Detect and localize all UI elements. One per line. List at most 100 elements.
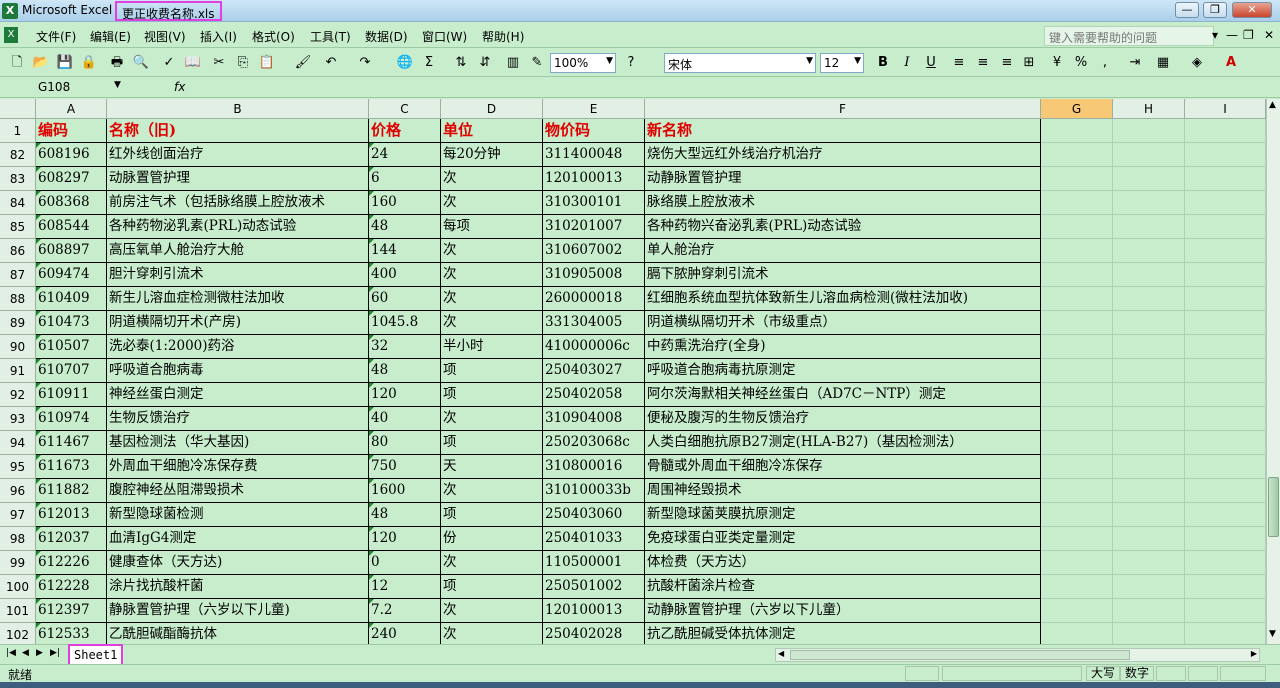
empty-cell[interactable] [1041,287,1113,311]
menu-tools[interactable]: 工具(T) [310,28,351,45]
menu-data[interactable]: 数据(D) [365,28,408,45]
row-header[interactable]: 97 [0,503,36,527]
restore-button[interactable]: ❐ [1203,2,1227,18]
align-center-icon[interactable]: ≡ [974,53,992,73]
empty-cell[interactable] [1185,383,1266,407]
empty-cell[interactable] [1185,335,1266,359]
empty-cell[interactable] [1113,119,1185,143]
cell-old-name[interactable]: 神经丝蛋白测定 [107,383,369,407]
cell-new-name[interactable]: 动静脉置管护理（六岁以下儿童） [645,599,1041,623]
cell-old-name[interactable]: 洗必泰(1:2000)药浴 [107,335,369,359]
cell-price[interactable]: 160 [369,191,441,215]
cell-old-name[interactable]: 静脉置管护理（六岁以下儿童) [107,599,369,623]
cell-price[interactable]: 120 [369,383,441,407]
empty-cell[interactable] [1041,407,1113,431]
help-search-input[interactable]: 键入需要帮助的问题 [1044,26,1214,46]
empty-cell[interactable] [1113,287,1185,311]
cell-unit[interactable]: 份 [441,527,543,551]
empty-cell[interactable] [1185,191,1266,215]
zoom-select[interactable]: 100% ▼ [550,53,616,73]
empty-cell[interactable] [1185,167,1266,191]
empty-cell[interactable] [1041,239,1113,263]
cell-code[interactable]: 611467 [36,431,107,455]
font-select[interactable]: 宋体 ▼ [664,53,816,73]
cell-unit[interactable]: 次 [441,287,543,311]
cell-price-code[interactable]: 250402058 [543,383,645,407]
cell-code[interactable]: 610911 [36,383,107,407]
research-icon[interactable]: 📖 [184,53,202,73]
cell-price-code[interactable]: 311400048 [543,143,645,167]
save-icon[interactable]: 💾 [56,53,74,73]
header-cell-new-name[interactable]: 新名称 [645,119,1041,143]
cell-price-code[interactable]: 120100013 [543,167,645,191]
cell-price[interactable]: 6 [369,167,441,191]
cell-unit[interactable]: 次 [441,311,543,335]
cell-code[interactable]: 612013 [36,503,107,527]
column-header-f[interactable]: F [645,99,1041,119]
cell-old-name[interactable]: 前房注气术（包括脉络膜上腔放液术 [107,191,369,215]
row-header[interactable]: 82 [0,143,36,167]
cell-price-code[interactable]: 331304005 [543,311,645,335]
column-header-e[interactable]: E [543,99,645,119]
cell-price-code[interactable]: 250403027 [543,359,645,383]
header-cell-price-code[interactable]: 物价码 [543,119,645,143]
cell-price-code[interactable]: 250403060 [543,503,645,527]
empty-cell[interactable] [1041,143,1113,167]
row-header[interactable]: 98 [0,527,36,551]
header-cell-price[interactable]: 价格 [369,119,441,143]
empty-cell[interactable] [1113,383,1185,407]
empty-cell[interactable] [1113,215,1185,239]
empty-cell[interactable] [1041,527,1113,551]
cell-unit[interactable]: 每项 [441,215,543,239]
menu-help[interactable]: 帮助(H) [482,28,524,45]
undo-icon[interactable]: ↶ [322,53,340,73]
chart-wizard-icon[interactable]: ▥ [504,53,522,73]
cell-old-name[interactable]: 腹腔神经丛阻滞毁损术 [107,479,369,503]
empty-cell[interactable] [1113,479,1185,503]
percent-icon[interactable]: % [1072,53,1090,73]
empty-cell[interactable] [1113,599,1185,623]
cell-old-name[interactable]: 血清IgG4测定 [107,527,369,551]
cell-unit[interactable]: 次 [441,599,543,623]
align-right-icon[interactable]: ≡ [998,53,1016,73]
cell-code[interactable]: 608297 [36,167,107,191]
empty-cell[interactable] [1041,215,1113,239]
empty-cell[interactable] [1041,191,1113,215]
row-header[interactable]: 99 [0,551,36,575]
empty-cell[interactable] [1041,503,1113,527]
cell-price[interactable]: 32 [369,335,441,359]
cell-old-name[interactable]: 动脉置管护理 [107,167,369,191]
hyperlink-icon[interactable]: 🌐 [396,53,414,73]
cell-price[interactable]: 60 [369,287,441,311]
first-sheet-icon[interactable]: |◀ [6,648,16,658]
column-header-i[interactable]: I [1185,99,1266,119]
cell-price[interactable]: 750 [369,455,441,479]
cell-code[interactable]: 612397 [36,599,107,623]
horizontal-scroll-thumb[interactable] [790,650,1130,660]
row-header[interactable]: 93 [0,407,36,431]
spelling-icon[interactable]: ✓ [160,53,178,73]
empty-cell[interactable] [1113,455,1185,479]
cell-unit[interactable]: 次 [441,623,543,644]
cell-price-code[interactable]: 310905008 [543,263,645,287]
scroll-up-icon[interactable]: ▲ [1269,100,1276,110]
empty-cell[interactable] [1041,623,1113,644]
paste-icon[interactable]: 📋 [258,53,276,73]
empty-cell[interactable] [1113,407,1185,431]
empty-cell[interactable] [1113,623,1185,644]
empty-cell[interactable] [1041,167,1113,191]
doc-minimize-icon[interactable]: — [1226,28,1238,42]
cell-code[interactable]: 610707 [36,359,107,383]
column-header-c[interactable]: C [369,99,441,119]
empty-cell[interactable] [1041,455,1113,479]
empty-cell[interactable] [1113,359,1185,383]
empty-cell[interactable] [1185,455,1266,479]
cell-unit[interactable]: 天 [441,455,543,479]
row-header[interactable]: 87 [0,263,36,287]
cell-price[interactable]: 24 [369,143,441,167]
workbook-icon[interactable]: X [4,27,18,43]
cell-old-name[interactable]: 阴道横隔切开术(产房) [107,311,369,335]
cell-code[interactable]: 610473 [36,311,107,335]
cell-new-name[interactable]: 烧伤大型远红外线治疗机治疗 [645,143,1041,167]
doc-restore-icon[interactable]: ❐ [1243,28,1254,42]
